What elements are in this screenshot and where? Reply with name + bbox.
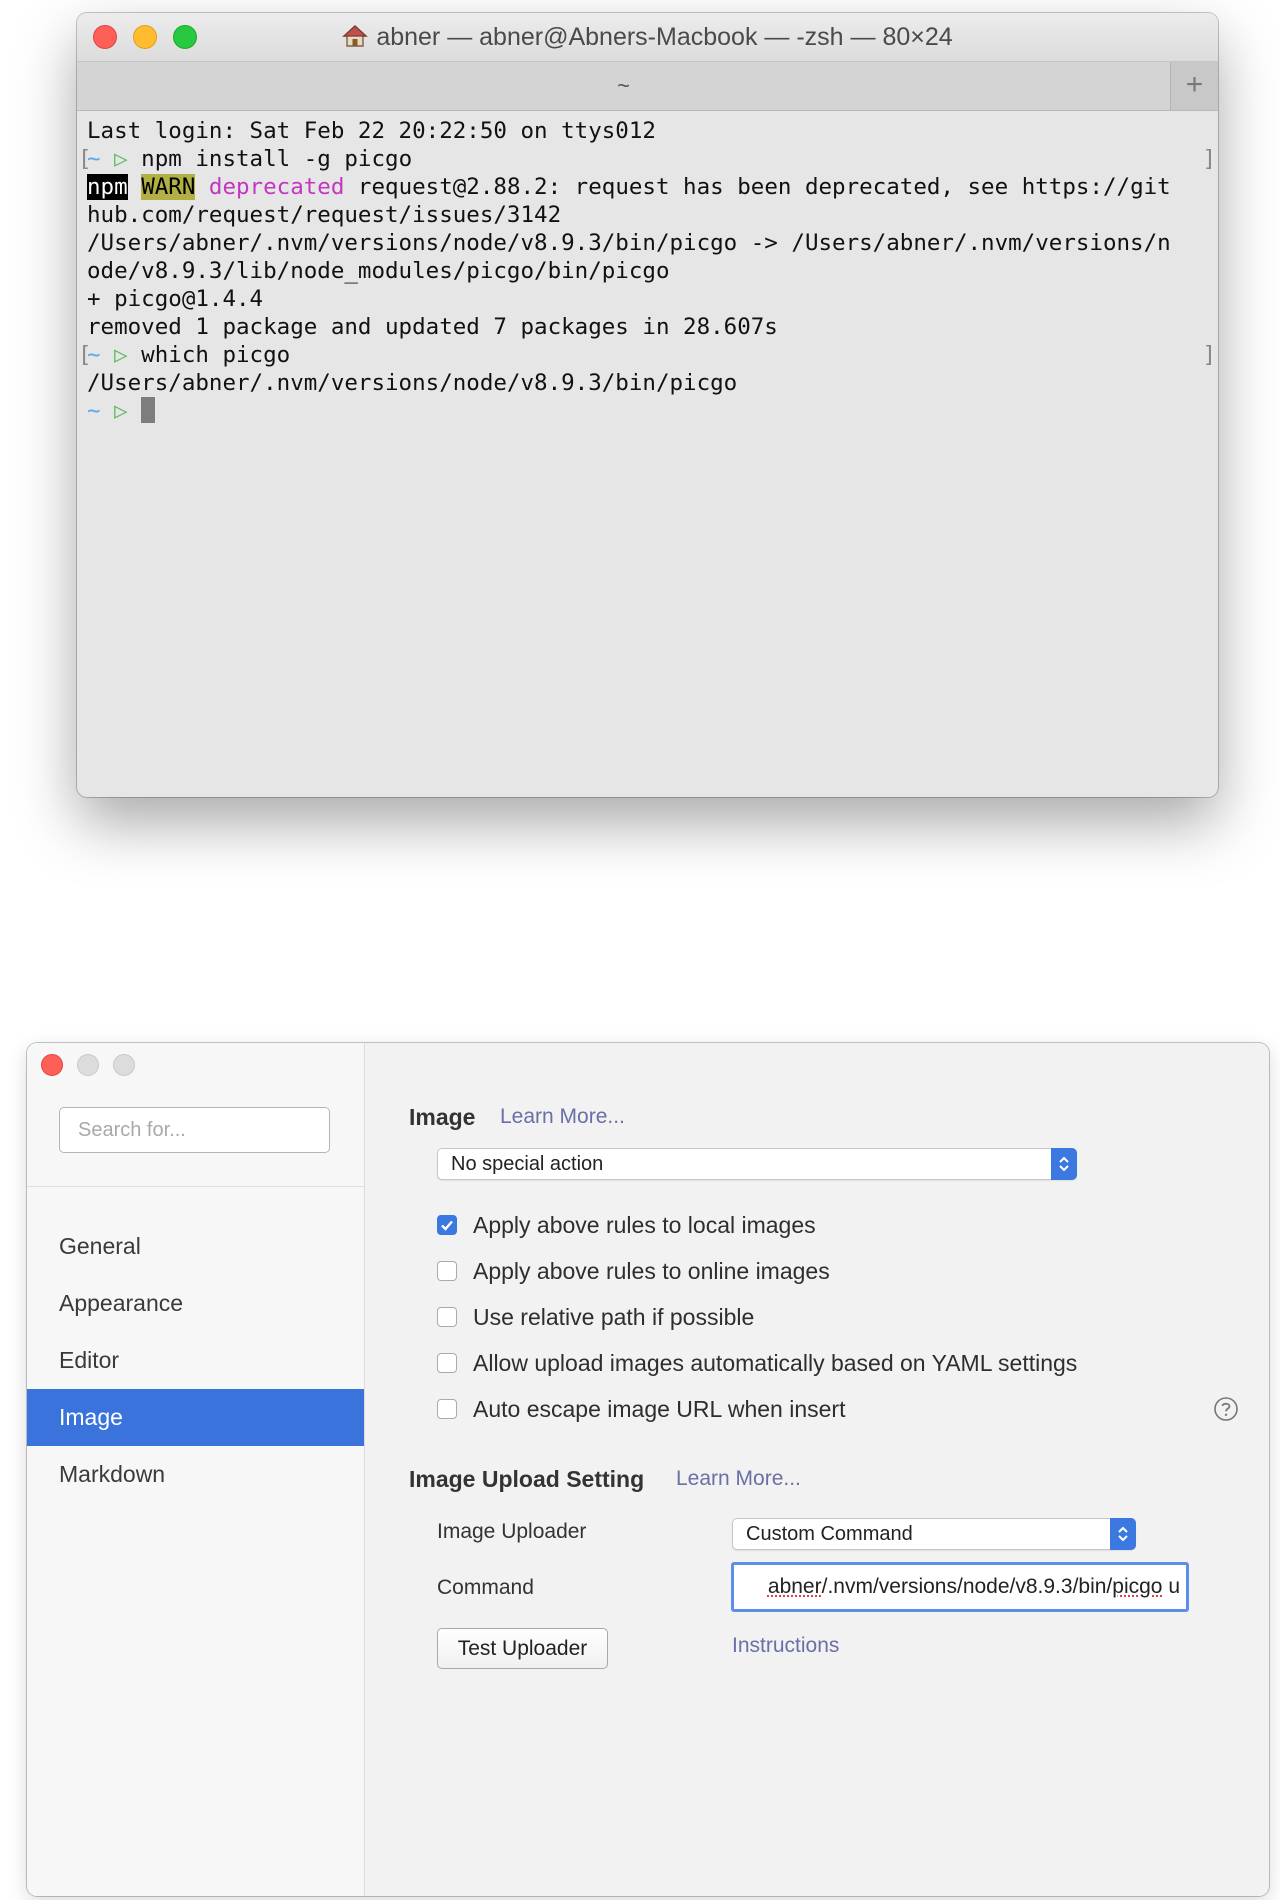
deprecated-tag: deprecated: [208, 174, 345, 200]
select-stepper-icon: [1110, 1518, 1136, 1550]
window-controls: [41, 1054, 135, 1076]
command-value-part: picgo: [1112, 1575, 1163, 1598]
upload-section-title: Image Upload Setting: [409, 1466, 645, 1492]
terminal-title: abner — abner@Abners-Macbook — -zsh — 80…: [77, 13, 1218, 61]
terminal-titlebar: abner — abner@Abners-Macbook — -zsh — 80…: [77, 13, 1218, 62]
command-text: which picgo: [127, 342, 291, 368]
terminal-output[interactable]: Last login: Sat Feb 22 20:22:50 on ttys0…: [77, 111, 1218, 797]
npm-tag: npm: [87, 174, 128, 200]
prompt-bracket: ]: [1202, 146, 1216, 172]
image-learn-more-link[interactable]: Learn More...: [500, 1105, 625, 1129]
instructions-link[interactable]: Instructions: [732, 1634, 839, 1658]
image-action-value: No special action: [451, 1153, 604, 1175]
terminal-line: /Users/abner/.nvm/versions/node/v8.9.3/b…: [87, 370, 738, 396]
checkbox-relative-path[interactable]: [437, 1307, 457, 1327]
command-text: npm install -g picgo: [127, 146, 413, 172]
terminal-line: [~ ▷ which picgo]: [78, 341, 1216, 369]
sidebar-item-markdown[interactable]: Markdown: [27, 1446, 364, 1503]
terminal-line: /Users/abner/.nvm/versions/node/v8.9.3/b…: [87, 230, 1171, 256]
zoom-button[interactable]: [113, 1054, 135, 1076]
tab-home[interactable]: ~: [77, 62, 1170, 110]
warn-message: request@2.88.2: request has been depreca…: [344, 174, 1171, 200]
command-value-part: /.nvm/versions/node/v8.9.3/bin/: [821, 1575, 1113, 1598]
terminal-line: npm WARN deprecated request@2.88.2: requ…: [87, 173, 1208, 201]
image-uploader-label: Image Uploader: [437, 1520, 587, 1543]
terminal-window: abner — abner@Abners-Macbook — -zsh — 80…: [77, 13, 1218, 797]
sidebar-item-appearance[interactable]: Appearance: [27, 1275, 364, 1332]
command-label: Command: [437, 1576, 534, 1599]
sidebar-item-general[interactable]: General: [27, 1218, 364, 1275]
terminal-title-text: abner — abner@Abners-Macbook — -zsh — 80…: [376, 23, 953, 51]
prompt-bracket: ]: [1202, 342, 1216, 368]
terminal-line: ode/v8.9.3/lib/node_modules/picgo/bin/pi…: [87, 258, 670, 284]
preferences-sidebar: Search for... General Appearance Editor …: [27, 1043, 365, 1896]
text-cursor: [141, 397, 156, 423]
minimize-button[interactable]: [77, 1054, 99, 1076]
image-uploader-select[interactable]: Custom Command: [732, 1518, 1136, 1550]
checkbox-online-images[interactable]: [437, 1261, 457, 1281]
home-icon: [342, 16, 369, 64]
help-icon[interactable]: [1213, 1396, 1239, 1427]
checkbox-label: Auto escape image URL when insert: [473, 1396, 846, 1422]
terminal-line: [~ ▷ npm install -g picgo]: [78, 145, 1216, 173]
checkbox-label: Use relative path if possible: [473, 1304, 755, 1330]
checkbox-label: Allow upload images automatically based …: [473, 1350, 1078, 1376]
terminal-line: ~ ▷: [87, 397, 1208, 425]
prompt-arrow-icon: ▷: [114, 342, 128, 368]
sidebar-divider: [27, 1186, 364, 1187]
command-input[interactable]: abner/.nvm/versions/node/v8.9.3/bin/picg…: [731, 1562, 1189, 1612]
terminal-line: removed 1 package and updated 7 packages…: [87, 314, 778, 340]
prompt-tilde: ~: [87, 398, 101, 424]
upload-learn-more-link[interactable]: Learn More...: [676, 1467, 801, 1491]
sidebar-item-image[interactable]: Image: [27, 1389, 364, 1446]
sidebar-item-editor[interactable]: Editor: [27, 1332, 364, 1389]
prompt-arrow-icon: ▷: [114, 146, 128, 172]
test-uploader-button[interactable]: Test Uploader: [437, 1628, 608, 1669]
checkbox-label: Apply above rules to local images: [473, 1212, 816, 1238]
warn-tag: WARN: [141, 174, 196, 200]
command-value-part: u: [1162, 1575, 1180, 1598]
checkbox-yaml-upload[interactable]: [437, 1353, 457, 1373]
command-value-part: abner: [767, 1575, 822, 1598]
checkbox-escape-url[interactable]: [437, 1399, 457, 1419]
terminal-line: hub.com/request/request/issues/3142: [87, 202, 562, 228]
terminal-line: Last login: Sat Feb 22 20:22:50 on ttys0…: [87, 118, 656, 144]
terminal-line: + picgo@1.4.4: [87, 286, 264, 312]
prompt-arrow-icon: ▷: [114, 398, 128, 424]
checkbox-local-images[interactable]: [437, 1215, 457, 1235]
close-button[interactable]: [41, 1054, 63, 1076]
new-tab-button[interactable]: +: [1170, 62, 1218, 110]
select-stepper-icon: [1051, 1148, 1077, 1180]
prompt-bracket: [: [78, 146, 92, 172]
checkbox-label: Apply above rules to online images: [473, 1258, 830, 1284]
image-uploader-value: Custom Command: [746, 1523, 913, 1545]
image-section-title: Image: [409, 1104, 476, 1130]
search-input[interactable]: Search for...: [59, 1107, 330, 1153]
terminal-tabbar: ~ +: [77, 62, 1218, 111]
prompt-bracket: [: [78, 342, 92, 368]
image-action-select[interactable]: No special action: [437, 1148, 1077, 1180]
command-value: abner/.nvm/versions/node/v8.9.3/bin/picg…: [768, 1565, 1180, 1609]
